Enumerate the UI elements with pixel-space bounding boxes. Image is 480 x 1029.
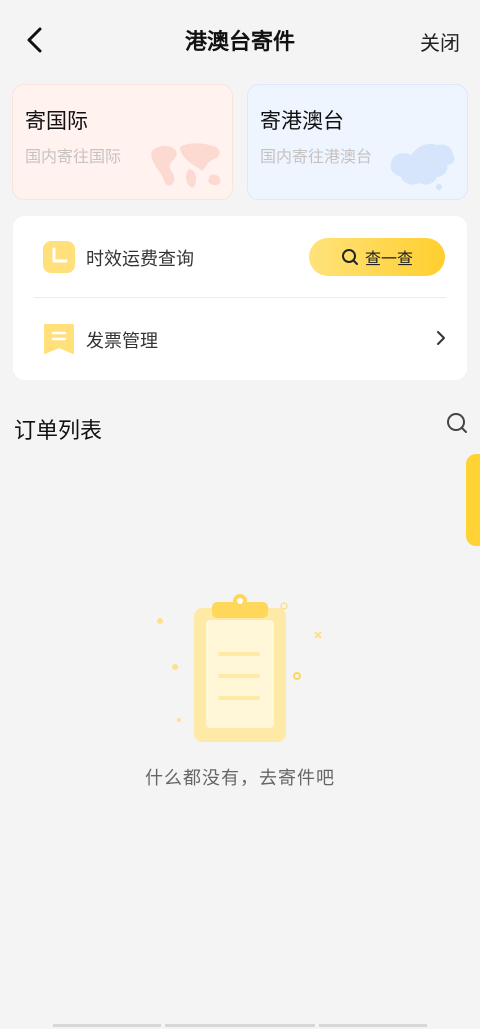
bottom-tab-indicator-2 — [165, 1024, 315, 1027]
floating-side-tab[interactable] — [466, 454, 480, 546]
rate-query-label: 时效运费查询 — [86, 249, 194, 270]
clipboard-icon — [157, 594, 322, 742]
clock-icon — [43, 241, 75, 273]
search-icon[interactable] — [446, 412, 468, 434]
rate-query-row[interactable]: 时效运费查询 查一查 — [13, 216, 467, 298]
send-hk-macau-taiwan-title: 寄港澳台 — [260, 109, 344, 133]
send-international-subtitle: 国内寄往国际 — [25, 147, 122, 166]
query-button-label: 查一查 — [364, 249, 413, 268]
send-hk-macau-taiwan-subtitle: 国内寄往港澳台 — [260, 147, 373, 166]
empty-state-text: 什么都没有，去寄件吧 — [145, 768, 335, 789]
world-map-icon — [151, 143, 221, 188]
send-hk-macau-taiwan-card[interactable]: 寄港澳台 国内寄往港澳台 — [247, 84, 468, 200]
query-button[interactable]: 查一查 — [309, 238, 445, 276]
send-international-title: 寄国际 — [25, 109, 88, 133]
invoice-management-row[interactable]: 发票管理 — [13, 298, 467, 380]
chevron-right-icon — [437, 331, 445, 345]
services-panel: 时效运费查询 查一查 发票管理 — [13, 216, 467, 380]
invoice-icon — [44, 324, 74, 354]
send-international-card[interactable]: 寄国际 国内寄往国际 — [12, 84, 233, 200]
page-title: 港澳台寄件 — [184, 30, 295, 55]
china-map-icon — [390, 143, 455, 190]
bottom-tab-indicator-1 — [53, 1024, 161, 1027]
bottom-tab-indicator-3 — [319, 1024, 427, 1027]
top-nav-bar: 港澳台寄件 关闭 — [0, 0, 480, 80]
close-button[interactable]: 关闭 — [420, 27, 460, 56]
invoice-management-label: 发票管理 — [86, 331, 158, 352]
search-icon — [341, 249, 358, 265]
order-list-title: 订单列表 — [14, 419, 103, 444]
